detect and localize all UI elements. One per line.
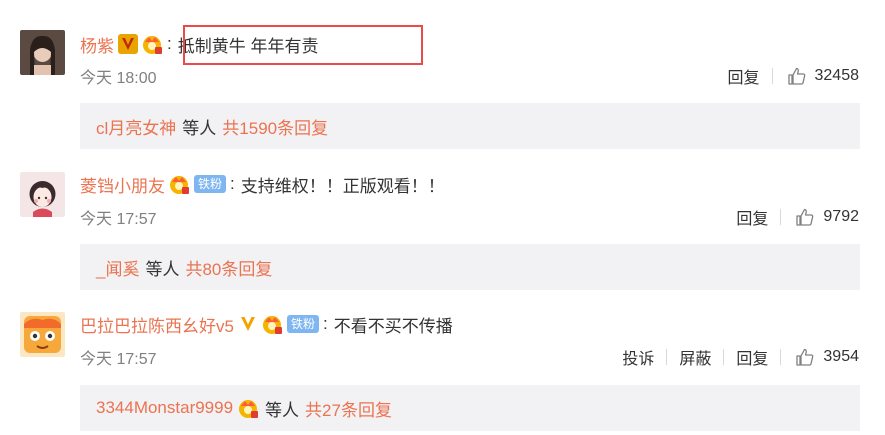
- like-count: 9792: [823, 208, 859, 225]
- comment-time: 今天 17:57: [80, 211, 157, 228]
- reply-button[interactable]: 回复: [724, 345, 780, 369]
- comment-actions: 回复 9792: [724, 205, 859, 229]
- username[interactable]: 巴拉巴拉陈西幺好v5: [80, 312, 234, 337]
- comment-text: 支持维权！！正版观看！！: [240, 176, 445, 196]
- comment-actions: 投诉 屏蔽 回复 3954: [610, 345, 859, 369]
- comment-item: 杨紫 : 抵制黄牛 年年有责 今天 18:00 回复 32458 cl月亮女神 …: [0, 0, 885, 160]
- vip-crown-icon: [237, 397, 259, 419]
- reply-count-link[interactable]: 共80条回复: [185, 255, 272, 280]
- block-button[interactable]: 屏蔽: [667, 345, 723, 369]
- verified-badge-icon: [238, 314, 258, 334]
- comment-header: 菱铛小朋友 铁粉 : 支持维权！！正版观看！！: [80, 171, 445, 197]
- like-count: 32458: [814, 67, 860, 84]
- comment-colon: :: [230, 174, 235, 193]
- avatar[interactable]: [20, 312, 65, 357]
- comment-time: 今天 17:57: [80, 351, 157, 368]
- reply-username[interactable]: _闻奚: [96, 255, 139, 280]
- comment-header: 巴拉巴拉陈西幺好v5 铁粉 : 不看不买不传播: [80, 311, 453, 337]
- comment-colon: :: [322, 314, 328, 333]
- reply-button[interactable]: 回复: [724, 205, 780, 229]
- thumbs-up-icon: [796, 208, 814, 226]
- comment-time: 今天 18:00: [80, 70, 157, 87]
- comment-item: 巴拉巴拉陈西幺好v5 铁粉 : 不看不买不传播 今天 17:57 投诉 屏蔽 回…: [0, 300, 885, 435]
- highlight-box: [183, 25, 423, 65]
- reply-username[interactable]: 3344Monstar9999: [96, 398, 233, 418]
- comment-colon: :: [167, 34, 172, 53]
- thumbs-up-icon: [796, 348, 814, 366]
- fan-badge: 铁粉: [286, 315, 319, 333]
- username[interactable]: 菱铛小朋友: [80, 172, 165, 197]
- reply-button[interactable]: 回复: [715, 64, 771, 88]
- like-button[interactable]: 32458: [773, 66, 860, 86]
- vip-crown-icon: [168, 173, 190, 195]
- username[interactable]: 杨紫: [80, 32, 114, 57]
- fan-badge: 铁粉: [194, 175, 227, 193]
- reply-count-link[interactable]: 共1590条回复: [222, 114, 328, 139]
- vip-crown-icon: [141, 33, 163, 55]
- comment-text: 不看不买不传播: [333, 316, 453, 336]
- reply-etc-label: 等人: [265, 400, 300, 420]
- reply-count-link[interactable]: 共27条回复: [305, 396, 392, 421]
- comment-actions: 回复 32458: [715, 64, 859, 88]
- like-button[interactable]: 9792: [781, 207, 859, 227]
- like-count: 3954: [823, 348, 859, 365]
- reply-etc-label: 等人: [182, 118, 217, 138]
- thumbs-up-icon: [787, 67, 805, 85]
- reply-etc-label: 等人: [145, 259, 180, 279]
- comment-item: 菱铛小朋友 铁粉 : 支持维权！！正版观看！！ 今天 17:57 回复 9792…: [0, 160, 885, 300]
- report-button[interactable]: 投诉: [610, 345, 666, 369]
- sub-reply-summary: _闻奚 等人 共80条回复: [80, 244, 860, 290]
- vip-crown-icon: [261, 313, 283, 335]
- avatar[interactable]: [20, 172, 65, 217]
- avatar[interactable]: [20, 30, 65, 75]
- verified-badge-icon: [118, 34, 138, 54]
- like-button[interactable]: 3954: [781, 347, 859, 367]
- sub-reply-summary: cl月亮女神 等人 共1590条回复: [80, 103, 860, 149]
- reply-username[interactable]: cl月亮女神: [96, 114, 176, 139]
- sub-reply-summary: 3344Monstar9999 等人 共27条回复: [80, 385, 860, 431]
